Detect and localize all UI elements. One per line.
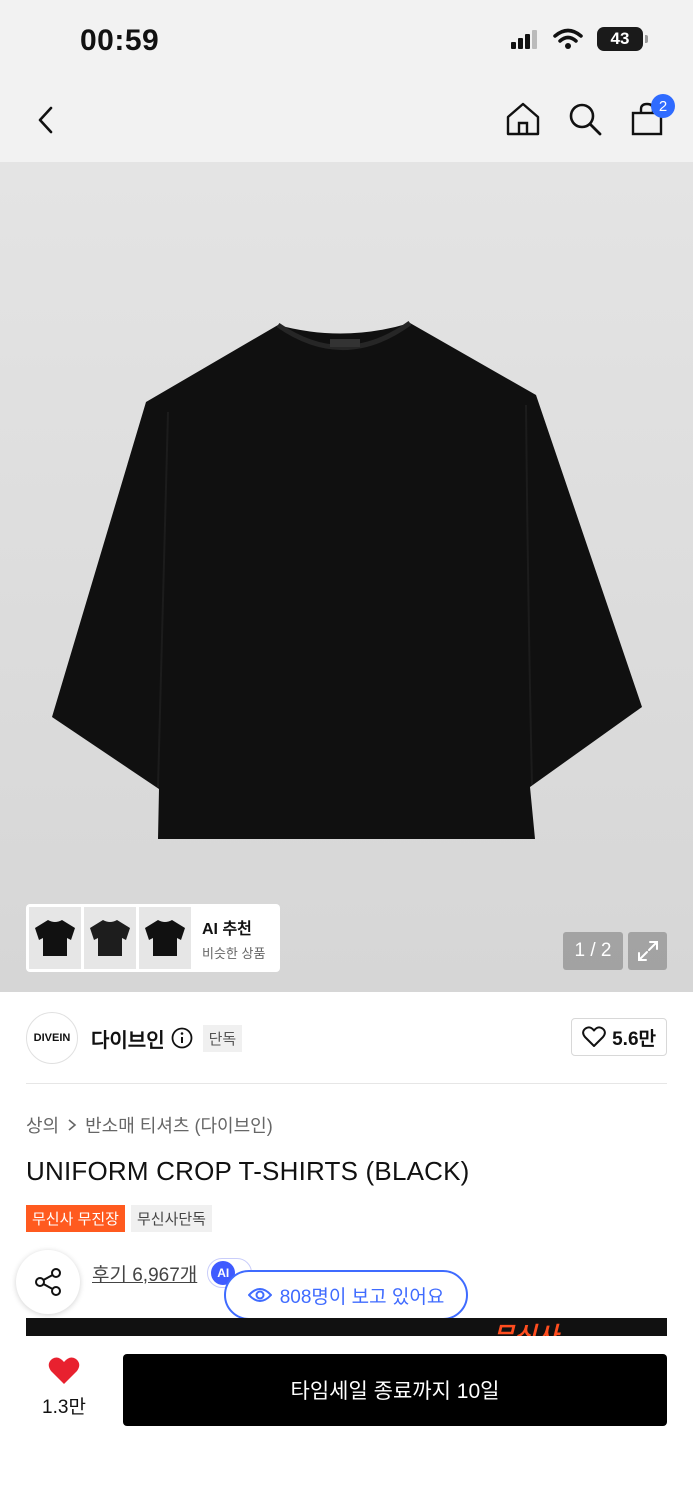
brand-name[interactable]: 다이브인	[91, 1024, 165, 1053]
ai-recommend-title: AI 추천	[202, 920, 252, 938]
purchase-button[interactable]: 타임세일 종료까지 10일	[123, 1354, 667, 1426]
breadcrumb-item[interactable]: 반소매 티셔츠 (다이브인)	[85, 1112, 273, 1138]
review-link[interactable]: 후기 6,967개	[92, 1260, 197, 1287]
wifi-icon	[553, 28, 583, 49]
tshirt-image	[52, 320, 642, 839]
nav-bar: 2	[0, 80, 693, 162]
bottom-action-bar: 1.3만 타임세일 종료까지 10일	[0, 1336, 693, 1500]
ai-recommend-subtitle: 비슷한 상품	[202, 945, 266, 961]
brand-like-button[interactable]: 5.6만	[571, 1018, 667, 1056]
expand-image-button[interactable]	[628, 932, 667, 970]
home-icon	[506, 102, 540, 136]
home-button[interactable]	[503, 96, 543, 142]
status-bar: 00:59 43	[0, 0, 693, 80]
promo-banner[interactable]: 무신사	[26, 1318, 667, 1336]
image-page-counter: 1 / 2	[563, 932, 623, 970]
breadcrumb-item[interactable]: 상의	[26, 1112, 59, 1138]
cart-button[interactable]: 2	[627, 94, 675, 142]
recommend-thumb[interactable]	[29, 907, 81, 969]
expand-icon	[637, 941, 658, 961]
back-icon	[38, 106, 53, 134]
back-button[interactable]	[26, 98, 66, 142]
divider	[26, 1083, 667, 1084]
heart-filled-icon	[48, 1357, 80, 1384]
breadcrumb: 상의 반소매 티셔츠 (다이브인)	[26, 1112, 273, 1138]
heart-outline-icon	[582, 1026, 606, 1047]
share-button[interactable]	[16, 1250, 80, 1314]
product-image-gallery[interactable]: AI 추천 비슷한 상품 1 / 2	[0, 162, 693, 992]
info-icon	[171, 1027, 193, 1049]
ai-recommend-strip[interactable]: AI 추천 비슷한 상품	[26, 904, 280, 972]
brand-row: DIVEIN 다이브인 단독 5.6만	[26, 1012, 667, 1064]
product-tags: 무신사 무진장 무신사단독	[26, 1205, 212, 1232]
live-viewers-pill: 808명이 보고 있어요	[224, 1270, 468, 1320]
tag-exclusive: 무신사단독	[130, 1205, 212, 1232]
signal-icon	[511, 30, 537, 49]
brand-info-button[interactable]	[171, 1027, 193, 1049]
live-viewers-text: 808명이 보고 있어요	[279, 1286, 445, 1308]
ai-recommend-label[interactable]: AI 추천 비슷한 상품	[202, 915, 265, 962]
search-button[interactable]	[565, 96, 605, 142]
status-icons: 43	[511, 27, 648, 51]
recommend-thumb[interactable]	[139, 907, 191, 969]
brand-like-count: 5.6만	[612, 1028, 656, 1050]
promo-banner-text: 무신사	[492, 1318, 558, 1336]
eye-icon	[247, 1288, 272, 1302]
nav-actions: 2	[503, 94, 675, 142]
wishlist-button[interactable]: 1.3만	[26, 1356, 102, 1419]
share-icon	[35, 1268, 61, 1296]
wishlist-count: 1.3만	[42, 1397, 86, 1418]
product-title: UNIFORM CROP T-SHIRTS (BLACK)	[26, 1156, 470, 1186]
chevron-right-icon	[68, 1119, 77, 1131]
battery-indicator: 43	[597, 27, 648, 51]
tag-mujinjang: 무신사 무진장	[26, 1205, 125, 1232]
status-time: 00:59	[80, 24, 160, 57]
exclusive-tag: 단독	[202, 1024, 243, 1052]
brand-logo[interactable]: DIVEIN	[26, 1012, 78, 1064]
search-icon	[569, 103, 602, 136]
cart-count-badge: 2	[651, 94, 675, 118]
recommend-thumb[interactable]	[84, 907, 136, 969]
